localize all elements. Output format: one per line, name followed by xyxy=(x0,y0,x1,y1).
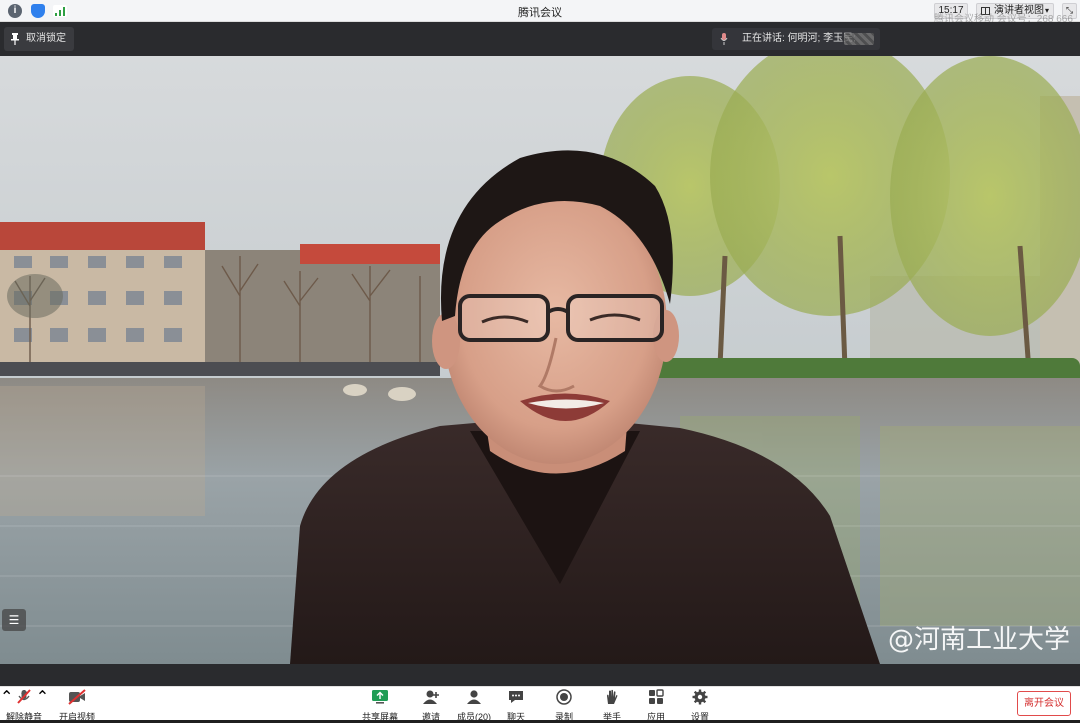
apps-button[interactable]: 应用 xyxy=(644,689,668,722)
invite-label: 邀请 xyxy=(421,712,440,722)
share-screen-icon xyxy=(372,690,388,704)
pin-icon xyxy=(11,33,19,45)
speaker-avatar-blur xyxy=(844,33,874,45)
apps-icon xyxy=(649,689,664,704)
video-bottom-strip xyxy=(0,664,1080,686)
video-caption: @河南工业大学 xyxy=(887,625,1070,655)
window-title: 腾讯会议 xyxy=(518,7,562,19)
video-scene xyxy=(0,56,1080,664)
raise-hand-button[interactable]: 举手 xyxy=(600,689,624,722)
members-icon xyxy=(467,690,481,704)
members-button[interactable]: 成员(20) xyxy=(456,689,492,722)
mic-muted-icon xyxy=(17,689,31,704)
invite-button[interactable]: 邀请 xyxy=(418,689,444,722)
chat-button[interactable]: 聊天 xyxy=(504,689,528,722)
speaking-indicator: 正在讲话: 何明河; 李玉民; xyxy=(712,28,880,50)
record-icon xyxy=(556,689,572,705)
chat-label: 聊天 xyxy=(506,712,525,722)
invite-icon xyxy=(423,690,439,704)
settings-button[interactable]: 设置 xyxy=(688,689,712,722)
unmute-label: 解除静音 xyxy=(6,712,43,722)
chat-icon xyxy=(509,691,523,703)
members-label: 成员(20) xyxy=(456,712,491,722)
gear-icon xyxy=(692,689,708,705)
meeting-toolbar: 解除静音 ⌃ 开启视频 ⌃ 共享屏幕 ⌃ 邀请 成员(20) xyxy=(0,686,1080,722)
unpin-button[interactable]: 取消锁定 xyxy=(4,27,74,51)
apps-label: 应用 xyxy=(646,712,665,722)
window-titlebar: i 腾讯会议 15:17 演讲者视图 ▾ ⤡ 腾讯会议移动 会议号：268 66… xyxy=(0,0,1080,36)
raise-hand-label: 举手 xyxy=(602,712,621,722)
share-screen-button[interactable]: 共享屏幕 xyxy=(362,689,398,722)
speaking-label: 正在讲话: 何明河; 李玉民; xyxy=(742,33,856,44)
unmute-button[interactable]: 解除静音 xyxy=(6,689,42,722)
record-label: 录制 xyxy=(554,712,573,722)
unpin-label: 取消锁定 xyxy=(26,33,66,44)
main-video[interactable]: ☰ @河南工业大学 xyxy=(0,56,1080,664)
start-video-button[interactable]: 开启视频 xyxy=(58,689,96,722)
list-icon[interactable]: ☰ xyxy=(2,609,26,631)
start-video-label: 开启视频 xyxy=(58,712,95,722)
share-screen-label: 共享屏幕 xyxy=(362,712,399,722)
video-topbar: 取消锁定 正在讲话: 何明河; 李玉民; xyxy=(0,22,1080,56)
settings-label: 设置 xyxy=(690,712,709,722)
record-button[interactable]: 录制 xyxy=(552,689,576,722)
video-off-icon xyxy=(68,689,86,705)
mic-icon xyxy=(720,33,728,45)
leave-meeting-button[interactable]: 离开会议 xyxy=(1017,691,1071,716)
hand-icon xyxy=(607,689,618,704)
